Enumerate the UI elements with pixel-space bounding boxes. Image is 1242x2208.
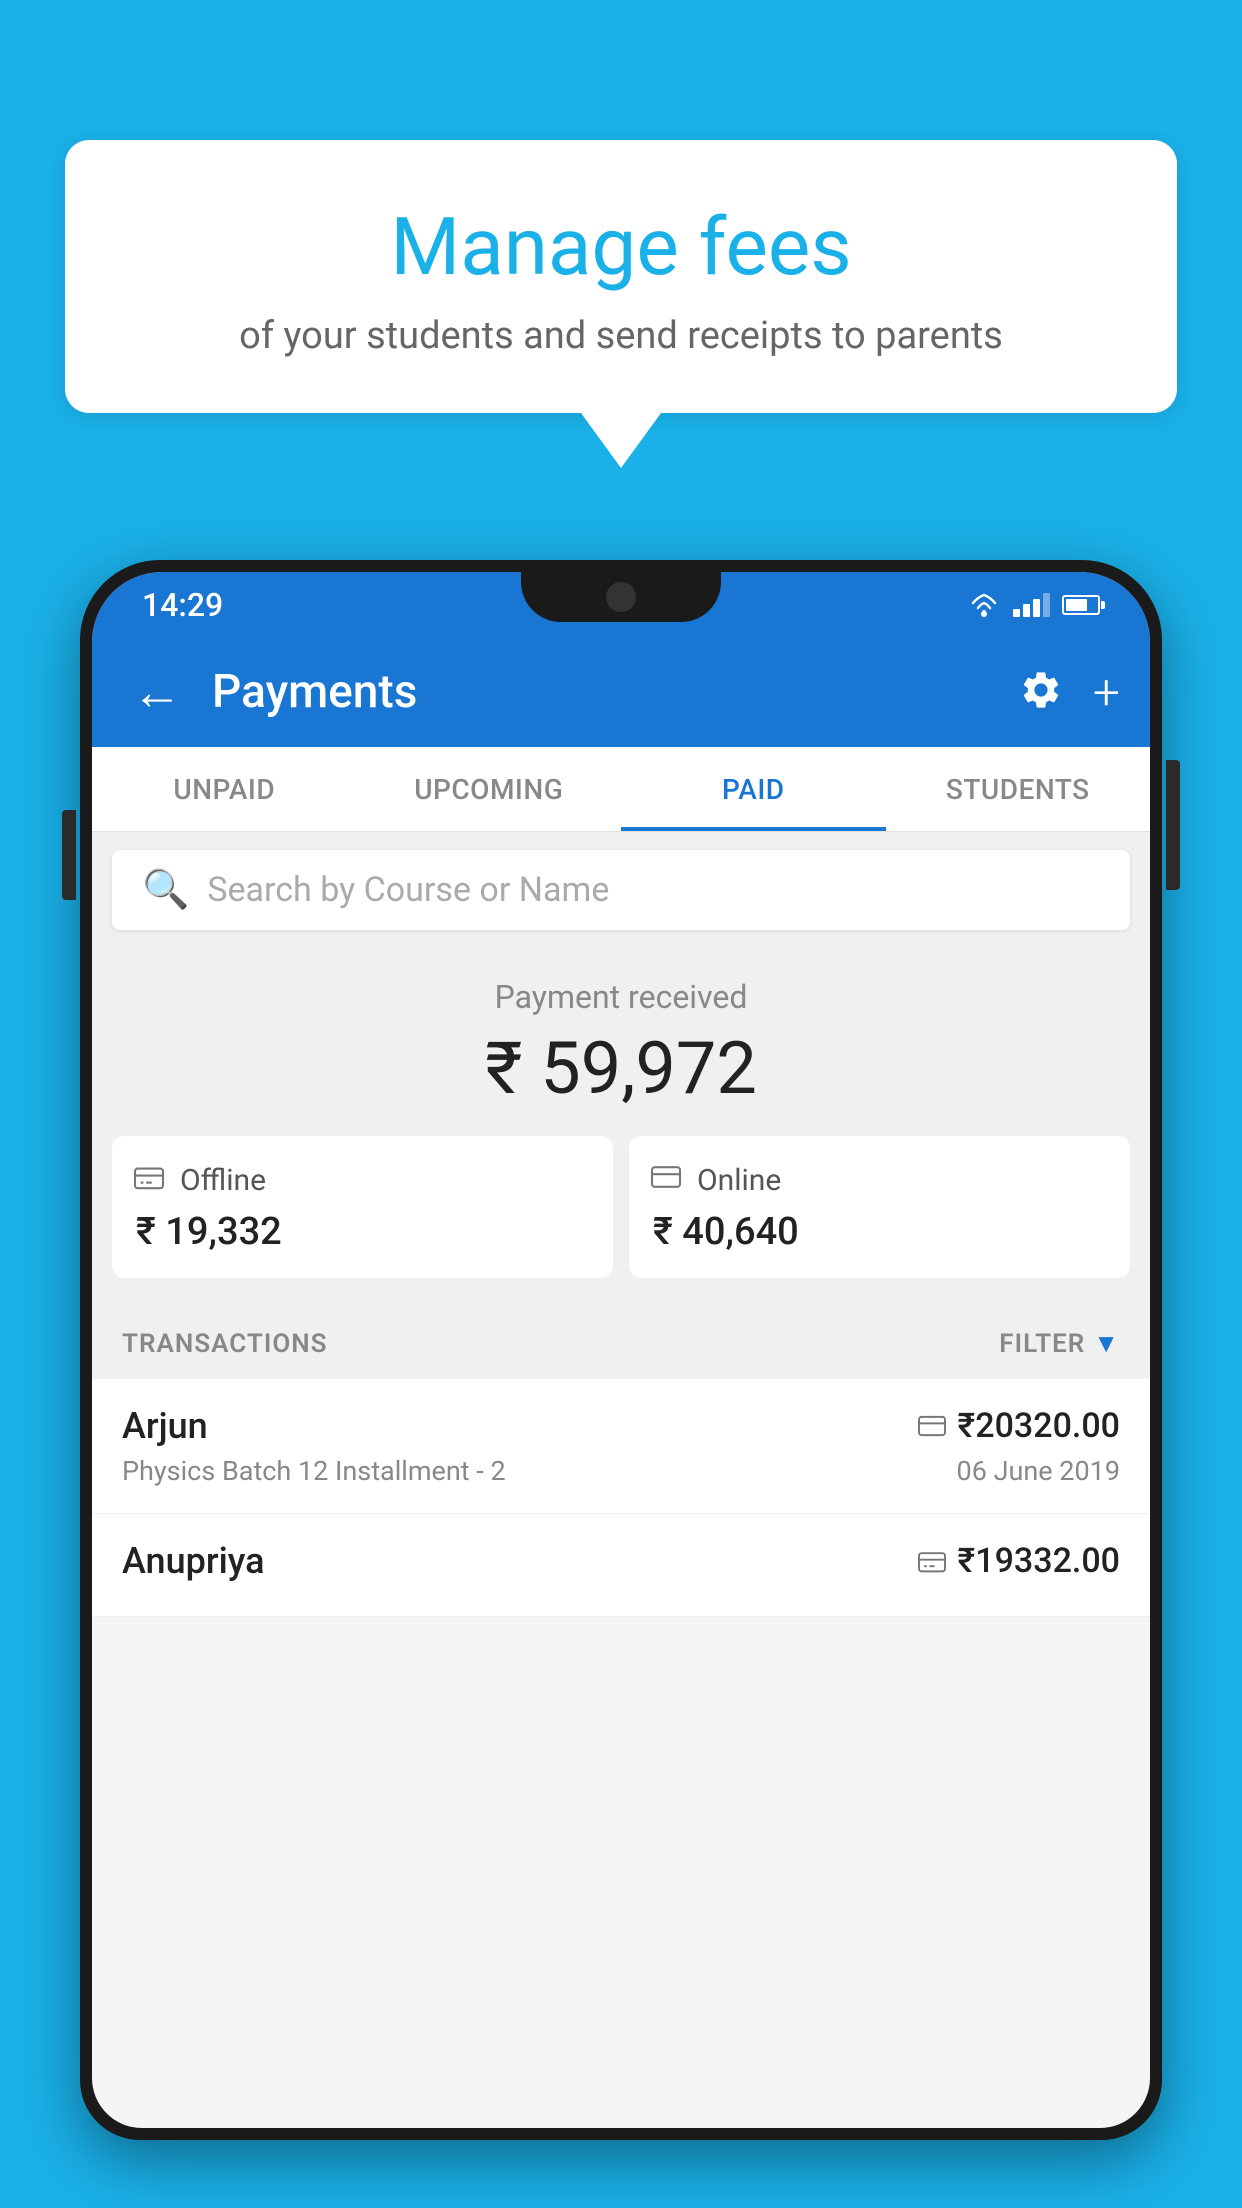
filter-text: FILTER <box>999 1329 1085 1359</box>
phone-outer: 14:29 <box>80 560 1162 2140</box>
transaction-list: Arjun ₹20320.00 Physics Batch 12 Install… <box>92 1379 1150 1617</box>
tabs-bar: UNPAID UPCOMING PAID STUDENTS <box>92 747 1150 832</box>
tab-paid[interactable]: PAID <box>621 747 886 831</box>
transaction-detail-1: Physics Batch 12 Installment - 2 <box>122 1455 506 1487</box>
offline-payment-icon <box>916 1548 948 1574</box>
transaction-row-2: Anupriya ₹19332.00 <box>122 1540 1120 1582</box>
payment-received-label: Payment received <box>112 978 1130 1016</box>
transactions-label: TRANSACTIONS <box>122 1329 328 1359</box>
offline-card-header: Offline <box>132 1160 266 1200</box>
tab-students[interactable]: STUDENTS <box>886 747 1151 831</box>
online-payment-card: Online ₹ 40,640 <box>629 1136 1130 1278</box>
transaction-detail-row-1: Physics Batch 12 Installment - 2 06 June… <box>122 1455 1120 1487</box>
payment-summary: Payment received ₹ 59,972 <box>92 948 1150 1308</box>
transaction-amount-1: ₹20320.00 <box>916 1406 1120 1446</box>
back-button[interactable]: ← <box>122 653 192 732</box>
speech-bubble-subtitle: of your students and send receipts to pa… <box>145 314 1097 358</box>
search-icon: 🔍 <box>142 868 189 912</box>
online-card-header: Online <box>649 1160 781 1200</box>
speech-bubble-arrow <box>581 413 661 468</box>
table-row[interactable]: Anupriya ₹19332.00 <box>92 1514 1150 1617</box>
search-bar[interactable]: 🔍 Search by Course or Name <box>112 850 1130 930</box>
offline-payment-card: Offline ₹ 19,332 <box>112 1136 613 1278</box>
signal-icon <box>1013 593 1050 617</box>
transactions-header: TRANSACTIONS FILTER ▼ <box>92 1308 1150 1379</box>
phone-notch <box>521 572 721 622</box>
amount-value-1: ₹20320.00 <box>958 1406 1120 1446</box>
speech-bubble-container: Manage fees of your students and send re… <box>65 140 1177 468</box>
offline-icon <box>132 1160 166 1200</box>
status-icons <box>967 592 1100 618</box>
table-row[interactable]: Arjun ₹20320.00 Physics Batch 12 Install… <box>92 1379 1150 1514</box>
tab-upcoming[interactable]: UPCOMING <box>357 747 622 831</box>
transaction-amount-2: ₹19332.00 <box>916 1541 1120 1581</box>
wifi-icon <box>967 592 1001 618</box>
transaction-date-1: 06 June 2019 <box>957 1455 1120 1487</box>
transaction-name-2: Anupriya <box>122 1540 265 1582</box>
online-icon <box>649 1160 683 1200</box>
settings-button[interactable] <box>1019 668 1063 716</box>
speech-bubble-title: Manage fees <box>145 200 1097 294</box>
status-time: 14:29 <box>142 586 223 624</box>
tab-unpaid[interactable]: UNPAID <box>92 747 357 831</box>
card-payment-icon <box>916 1413 948 1439</box>
offline-label: Offline <box>180 1163 266 1198</box>
filter-button[interactable]: FILTER ▼ <box>999 1328 1120 1359</box>
online-label: Online <box>697 1163 781 1198</box>
app-bar: ← Payments + <box>92 637 1150 747</box>
online-amount: ₹ 40,640 <box>649 1210 799 1254</box>
gear-icon <box>1019 668 1063 712</box>
speech-bubble: Manage fees of your students and send re… <box>65 140 1177 413</box>
payment-cards: Offline ₹ 19,332 <box>112 1136 1130 1278</box>
payment-total-amount: ₹ 59,972 <box>112 1026 1130 1111</box>
battery-icon <box>1062 595 1100 615</box>
filter-icon: ▼ <box>1093 1328 1120 1359</box>
app-bar-title: Payments <box>212 665 1019 719</box>
search-container: 🔍 Search by Course or Name <box>92 832 1150 948</box>
phone-container: 14:29 <box>80 560 1162 2208</box>
offline-amount: ₹ 19,332 <box>132 1210 282 1254</box>
add-button[interactable]: + <box>1093 664 1120 721</box>
transaction-name-1: Arjun <box>122 1405 208 1447</box>
amount-value-2: ₹19332.00 <box>958 1541 1120 1581</box>
transaction-row-1: Arjun ₹20320.00 <box>122 1405 1120 1447</box>
app-bar-actions: + <box>1019 664 1120 721</box>
search-input[interactable]: Search by Course or Name <box>207 870 609 910</box>
phone-screen: 14:29 <box>92 572 1150 2128</box>
